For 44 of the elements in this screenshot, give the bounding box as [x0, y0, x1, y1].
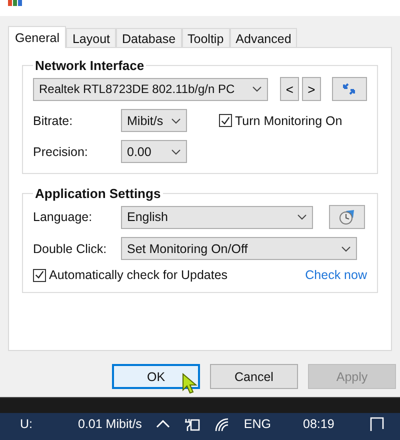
precision-dropdown[interactable]: 0.00 — [121, 140, 187, 163]
language-indicator[interactable]: ENG — [244, 416, 272, 430]
tab[interactable]: Advanced — [230, 28, 298, 47]
tab[interactable]: Tooltip — [182, 28, 230, 47]
previous-button[interactable]: < — [280, 77, 300, 101]
double-click-dropdown[interactable]: Set Monitoring On/Off — [121, 237, 357, 260]
stopwatch-button[interactable] — [329, 205, 365, 229]
upload-rate: 0.01 Mibit/s — [78, 416, 142, 430]
checkbox[interactable] — [33, 268, 46, 282]
field-label: Double Click: — [33, 242, 108, 256]
upload-label: U: — [20, 416, 34, 430]
dialog-button[interactable]: Cancel — [210, 364, 298, 389]
wifi-icon[interactable] — [214, 416, 230, 430]
field-label: Language: — [33, 210, 94, 224]
checkbox-label: Automatically check for Updates — [49, 268, 228, 282]
field-label: Precision: — [33, 144, 89, 158]
chevron-icon — [341, 246, 351, 252]
tab[interactable]: Layout — [66, 28, 116, 47]
chevron-icon — [252, 86, 262, 92]
cursor-icon — [182, 373, 198, 395]
group-title: Application Settings — [34, 186, 162, 201]
chevron-icon — [297, 214, 307, 220]
group-title: Network Interface — [34, 58, 146, 73]
tab[interactable]: General — [8, 26, 66, 48]
tab[interactable]: Database — [116, 28, 182, 47]
checkbox-label: Turn Monitoring On — [235, 114, 342, 128]
dialog-button[interactable]: OK — [112, 364, 200, 389]
power-plug-icon[interactable] — [184, 416, 200, 430]
checkbox[interactable] — [219, 114, 232, 127]
stopwatch-icon — [338, 209, 356, 225]
notification-icon[interactable] — [370, 416, 386, 430]
check-now-link[interactable]: Check now — [305, 268, 367, 282]
adapter-dropdown[interactable]: Realtek RTL8723DE 802.11b/g/n PC — [33, 78, 268, 100]
chevron-icon — [171, 148, 181, 154]
language-dropdown[interactable]: English — [121, 206, 313, 228]
clock[interactable]: 08:19 — [303, 416, 334, 430]
chevron-icon — [171, 118, 181, 124]
swap-arrows-icon — [341, 82, 358, 96]
chevron-up-icon[interactable] — [156, 420, 170, 428]
bitrate-dropdown[interactable]: Mibit/s — [121, 109, 187, 132]
app-icon — [8, 0, 22, 6]
field-label: Bitrate: — [33, 114, 74, 128]
next-button[interactable]: > — [302, 77, 321, 101]
swap-button[interactable] — [332, 77, 367, 101]
